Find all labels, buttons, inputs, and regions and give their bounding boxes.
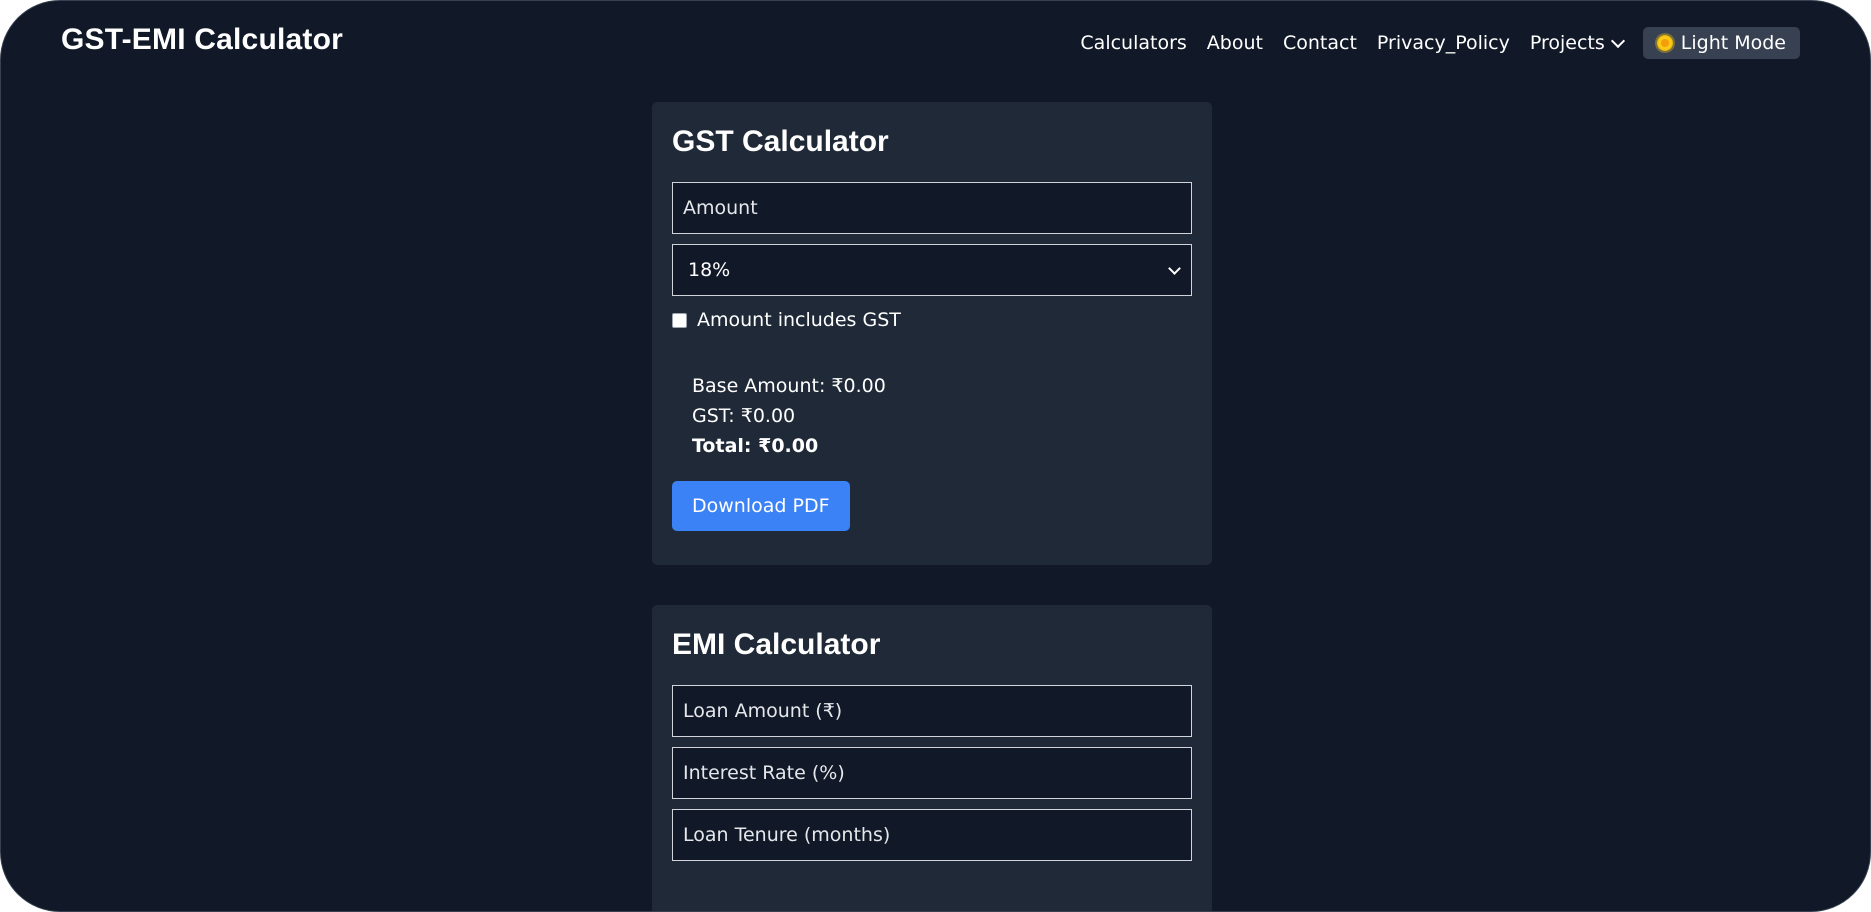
- chevron-down-icon: [1168, 261, 1181, 275]
- app-window: GST-EMI Calculator Calculators About Con…: [0, 0, 1871, 912]
- gst-rate-select[interactable]: 18%: [672, 244, 1192, 296]
- total-result: Total: ₹0.00: [692, 435, 819, 457]
- emi-calculator-title: EMI Calculator: [672, 628, 881, 661]
- theme-toggle-button[interactable]: Light Mode: [1642, 27, 1800, 59]
- emi-calculator-card: EMI Calculator Loan Amount (₹) Interest …: [652, 605, 1212, 911]
- includes-gst-checkbox[interactable]: [672, 312, 687, 328]
- amount-placeholder: Amount: [683, 197, 758, 219]
- loan-amount-placeholder: Loan Amount (₹): [683, 700, 843, 722]
- download-pdf-button[interactable]: Download PDF: [672, 481, 850, 531]
- amount-input[interactable]: Amount: [672, 182, 1192, 234]
- loan-tenure-input[interactable]: Loan Tenure (months): [672, 809, 1192, 861]
- gst-rate-value: 18%: [688, 259, 731, 281]
- loan-amount-input[interactable]: Loan Amount (₹): [672, 685, 1192, 737]
- gst-calculator-card: GST Calculator Amount 18% Amount include…: [652, 102, 1212, 565]
- site-logo[interactable]: GST-EMI Calculator: [61, 23, 343, 57]
- nav-projects-dropdown[interactable]: Projects: [1529, 32, 1625, 54]
- nav-projects-label: Projects: [1529, 32, 1605, 54]
- interest-rate-input[interactable]: Interest Rate (%): [672, 747, 1192, 799]
- interest-rate-placeholder: Interest Rate (%): [683, 762, 845, 784]
- nav-contact[interactable]: Contact: [1283, 32, 1357, 54]
- chevron-down-icon: [1610, 33, 1625, 48]
- nav-calculators[interactable]: Calculators: [1080, 32, 1186, 54]
- gst-results: Base Amount: ₹0.00 GST: ₹0.00 Total: ₹0.…: [672, 371, 1192, 461]
- gst-amount-result: GST: ₹0.00: [692, 405, 796, 427]
- base-amount-result: Base Amount: ₹0.00: [692, 375, 886, 397]
- sun-icon: [1656, 35, 1673, 51]
- nav-about[interactable]: About: [1207, 32, 1263, 54]
- theme-toggle-label: Light Mode: [1680, 32, 1786, 54]
- gst-calculator-title: GST Calculator: [672, 125, 889, 158]
- includes-gst-row: Amount includes GST: [672, 309, 1192, 331]
- includes-gst-label[interactable]: Amount includes GST: [697, 309, 901, 331]
- loan-tenure-placeholder: Loan Tenure (months): [683, 824, 891, 846]
- main-nav: Calculators About Contact Privacy_Policy…: [1080, 27, 1800, 59]
- nav-privacy-policy[interactable]: Privacy_Policy: [1377, 32, 1510, 54]
